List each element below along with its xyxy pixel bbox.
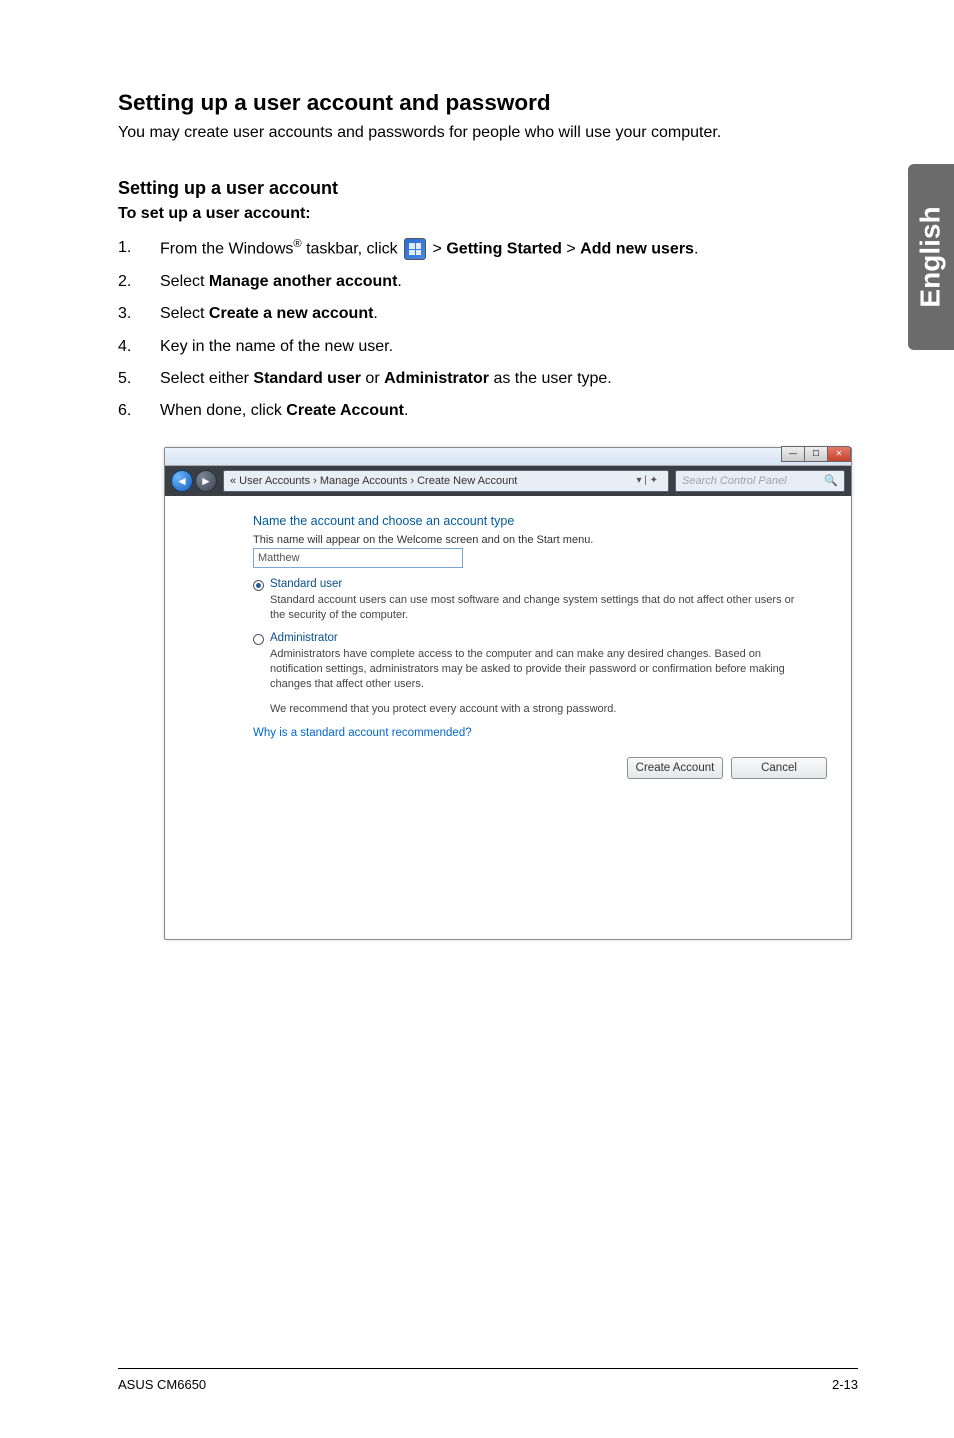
window-body: Name the account and choose an account t… bbox=[165, 496, 851, 747]
language-tab: English bbox=[908, 164, 954, 350]
reg-mark: ® bbox=[293, 238, 301, 250]
footer-left: ASUS CM6650 bbox=[118, 1377, 206, 1392]
address-bar: ◄ ► « User Accounts › Manage Accounts › … bbox=[165, 466, 851, 496]
radio-icon bbox=[253, 634, 264, 645]
text: Select either bbox=[160, 370, 253, 387]
window-empty-space bbox=[165, 789, 851, 939]
text-bold: Add new users bbox=[580, 240, 694, 257]
create-account-button[interactable]: Create Account bbox=[627, 757, 723, 779]
titlebar-buttons: — ☐ ✕ bbox=[782, 446, 851, 462]
close-button[interactable]: ✕ bbox=[827, 446, 851, 462]
text: . bbox=[694, 240, 698, 257]
step-body: Key in the name of the new user. bbox=[160, 336, 858, 358]
text: . bbox=[373, 305, 377, 322]
breadcrumb[interactable]: « User Accounts › Manage Accounts › Crea… bbox=[223, 470, 669, 492]
text: Select bbox=[160, 273, 209, 290]
step-number: 5. bbox=[118, 368, 160, 390]
text: When done, click bbox=[160, 402, 286, 419]
forward-button[interactable]: ► bbox=[195, 470, 217, 492]
radio-admin-desc: Administrators have complete access to t… bbox=[270, 647, 807, 692]
window-titlebar: — ☐ ✕ bbox=[165, 448, 851, 466]
section-intro: You may create user accounts and passwor… bbox=[118, 124, 858, 142]
text: taskbar, click bbox=[302, 240, 402, 257]
text-bold: Create a new account bbox=[209, 305, 374, 322]
step-1: 1. From the Windows® taskbar, click > Ge… bbox=[118, 237, 858, 261]
text: From the Windows bbox=[160, 240, 293, 257]
text-bold: Getting Started bbox=[446, 240, 562, 257]
subsection-title: Setting up a user account bbox=[118, 178, 858, 199]
text: . bbox=[404, 402, 408, 419]
page-footer: ASUS CM6650 2-13 bbox=[118, 1368, 858, 1392]
text: as the user type. bbox=[489, 370, 612, 387]
step-body: Select Manage another account. bbox=[160, 271, 858, 293]
maximize-button[interactable]: ☐ bbox=[804, 446, 828, 462]
recommend-text: We recommend that you protect every acco… bbox=[270, 702, 807, 717]
footer-right: 2-13 bbox=[832, 1377, 858, 1392]
step-5: 5. Select either Standard user or Admini… bbox=[118, 368, 858, 390]
step-body: Select Create a new account. bbox=[160, 303, 858, 325]
form-hint: This name will appear on the Welcome scr… bbox=[253, 534, 807, 546]
text-bold: Create Account bbox=[286, 402, 404, 419]
step-number: 6. bbox=[118, 400, 160, 422]
text-bold: Administrator bbox=[384, 370, 489, 387]
search-icon: 🔍 bbox=[824, 474, 838, 487]
text: or bbox=[361, 370, 384, 387]
step-number: 4. bbox=[118, 336, 160, 358]
account-name-input[interactable]: Matthew bbox=[253, 548, 463, 568]
language-tab-text: English bbox=[915, 206, 947, 307]
start-orb-icon bbox=[404, 238, 426, 260]
breadcrumb-text: « User Accounts › Manage Accounts › Crea… bbox=[230, 475, 517, 487]
radio-administrator[interactable]: Administrator bbox=[253, 632, 807, 645]
step-3: 3. Select Create a new account. bbox=[118, 303, 858, 325]
radio-icon bbox=[253, 580, 264, 591]
steps-list: 1. From the Windows® taskbar, click > Ge… bbox=[118, 237, 858, 423]
search-placeholder: Search Control Panel bbox=[682, 475, 787, 487]
search-input[interactable]: Search Control Panel 🔍 bbox=[675, 470, 845, 492]
cancel-button[interactable]: Cancel bbox=[731, 757, 827, 779]
step-number: 3. bbox=[118, 303, 160, 325]
step-4: 4. Key in the name of the new user. bbox=[118, 336, 858, 358]
minimize-button[interactable]: — bbox=[781, 446, 805, 462]
form-heading: Name the account and choose an account t… bbox=[253, 514, 807, 528]
breadcrumb-dropdown-icon[interactable]: ▾ | ✦ bbox=[632, 475, 662, 486]
text: Select bbox=[160, 305, 209, 322]
step-2: 2. Select Manage another account. bbox=[118, 271, 858, 293]
text-bold: Standard user bbox=[253, 370, 361, 387]
radio-standard-user[interactable]: Standard user bbox=[253, 578, 807, 591]
radio-label: Standard user bbox=[270, 578, 342, 590]
text-bold: Manage another account bbox=[209, 273, 397, 290]
step-6: 6. When done, click Create Account. bbox=[118, 400, 858, 422]
text: > bbox=[562, 240, 580, 257]
button-row: Create Account Cancel bbox=[165, 747, 851, 789]
create-account-window: — ☐ ✕ ◄ ► « User Accounts › Manage Accou… bbox=[164, 447, 852, 940]
page-content: Setting up a user account and password Y… bbox=[0, 0, 954, 940]
step-body: When done, click Create Account. bbox=[160, 400, 858, 422]
text: . bbox=[397, 273, 401, 290]
back-button[interactable]: ◄ bbox=[171, 470, 193, 492]
nav-buttons: ◄ ► bbox=[171, 470, 217, 492]
radio-label: Administrator bbox=[270, 632, 338, 644]
step-number: 2. bbox=[118, 271, 160, 293]
step-body: Select either Standard user or Administr… bbox=[160, 368, 858, 390]
section-title: Setting up a user account and password bbox=[118, 90, 858, 116]
step-body: From the Windows® taskbar, click > Getti… bbox=[160, 237, 858, 261]
subsection-todo: To set up a user account: bbox=[118, 205, 858, 223]
text: > bbox=[428, 240, 446, 257]
why-standard-link[interactable]: Why is a standard account recommended? bbox=[253, 727, 807, 739]
step-number: 1. bbox=[118, 237, 160, 259]
radio-standard-desc: Standard account users can use most soft… bbox=[270, 593, 807, 623]
